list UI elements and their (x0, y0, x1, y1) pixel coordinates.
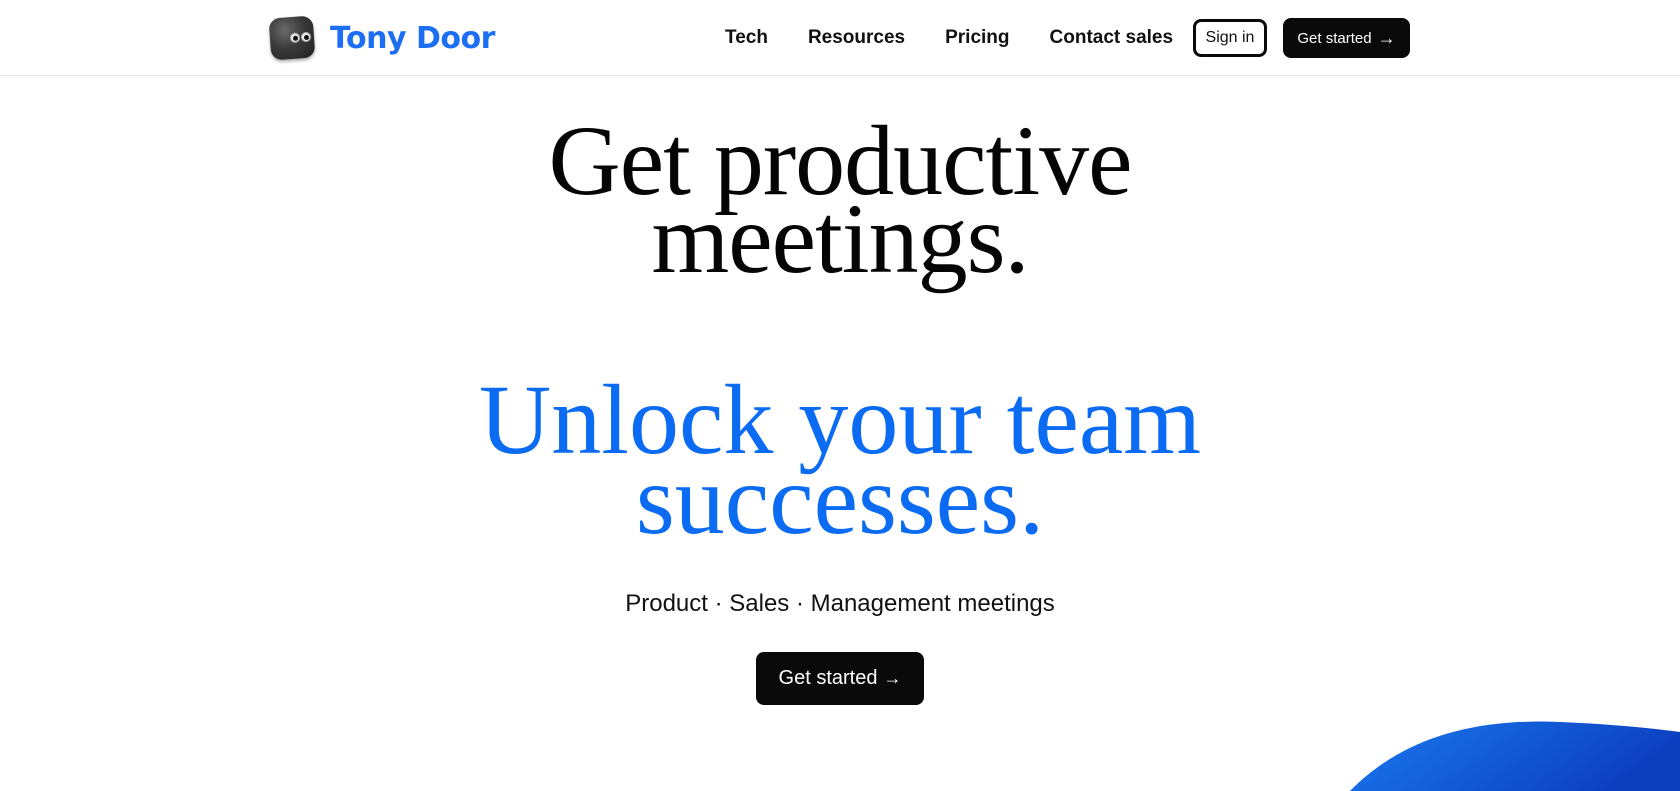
arrow-right-icon: → (883, 668, 902, 688)
hero-get-started-button[interactable]: Get started → (756, 652, 924, 705)
hero-headline-line2: meetings. (651, 183, 1029, 294)
hero-headline: Get productive meetings. (0, 111, 1680, 289)
hero-tagline: Product · Sales · Management meetings (625, 590, 1055, 617)
sign-in-button[interactable]: Sign in (1193, 19, 1267, 57)
mascot-eye-left (289, 32, 301, 44)
hero-subheadline: Unlock your team successes. (0, 370, 1680, 550)
arrow-right-icon: → (1377, 27, 1396, 48)
cube-mascot-icon (268, 15, 316, 61)
nav-link-resources[interactable]: Resources (808, 27, 905, 49)
nav-link-contact-sales[interactable]: Contact sales (1050, 27, 1174, 49)
hero-get-started-label: Get started (778, 667, 878, 689)
mascot-eye-right (300, 31, 312, 43)
nav-link-tech[interactable]: Tech (725, 27, 768, 49)
nav-get-started-label: Get started (1297, 29, 1372, 47)
nav-links: Tech Resources Pricing Contact sales (725, 0, 1213, 76)
hero-subheadline-line2: successes. (635, 444, 1045, 555)
brand-name: Tony Door (330, 20, 495, 56)
wave-shape (1350, 721, 1680, 791)
nav-get-started-button[interactable]: Get started → (1283, 18, 1410, 58)
top-navigation-bar: Tony Door Tech Resources Pricing Contact… (0, 0, 1680, 76)
sign-in-label: Sign in (1205, 29, 1255, 46)
brand-logo-link[interactable]: Tony Door (268, 15, 495, 61)
nav-link-pricing[interactable]: Pricing (945, 27, 1009, 49)
